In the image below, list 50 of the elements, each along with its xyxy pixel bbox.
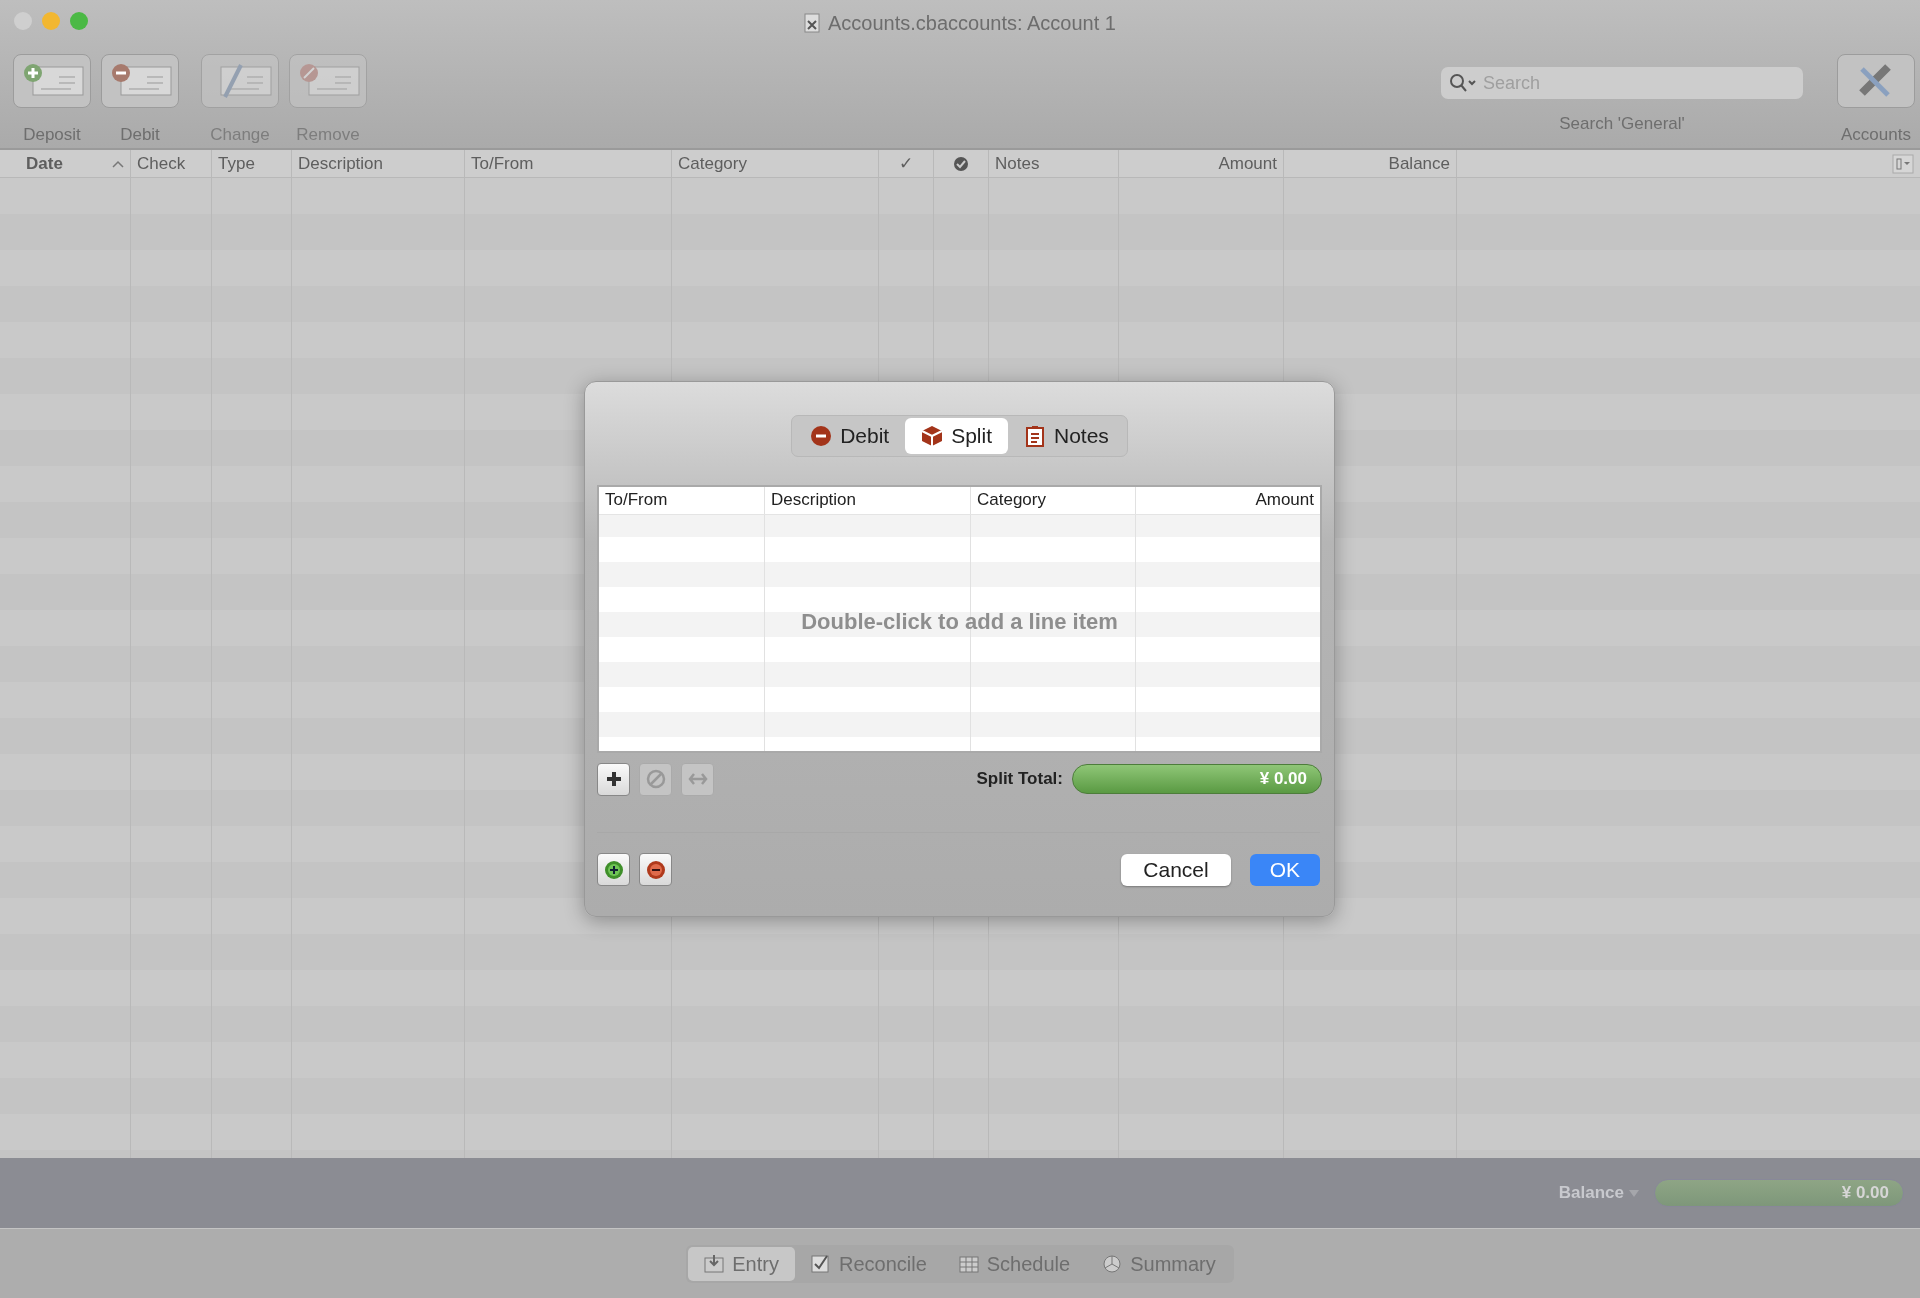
column-header[interactable]: Balance — [1284, 150, 1457, 177]
column-header[interactable]: Date — [0, 150, 131, 177]
document-icon — [804, 13, 820, 33]
transaction-button[interactable] — [597, 853, 630, 886]
window-control-button[interactable] — [70, 12, 88, 30]
split-total-value: ¥ 0.00 — [1072, 764, 1322, 794]
sort-ascending-icon — [112, 159, 124, 168]
cancel-button[interactable]: Cancel — [1121, 853, 1231, 886]
column-header[interactable]: Check — [131, 150, 212, 177]
balance-value: ¥ 0.00 — [1654, 1179, 1904, 1207]
view-tab[interactable]: Summary — [1086, 1246, 1232, 1281]
cube-icon — [921, 424, 944, 447]
line-item-button[interactable] — [597, 762, 630, 796]
download-icon — [704, 1253, 725, 1274]
column-header[interactable]: Description — [765, 486, 971, 514]
split-total-label: Split Total: — [976, 768, 1063, 791]
view-tab[interactable]: Entry — [688, 1246, 795, 1281]
window-title: Accounts.cbaccounts: Account 1 — [828, 11, 1116, 36]
dialog-tab[interactable]: Split — [905, 418, 1008, 454]
pie-chart-icon — [1102, 1253, 1123, 1274]
column-header[interactable]: Notes — [989, 150, 1119, 177]
column-header[interactable]: To/From — [465, 150, 672, 177]
ok-button[interactable]: OK — [1249, 853, 1320, 886]
view-tab[interactable]: Schedule — [942, 1246, 1087, 1281]
empty-table-hint: Double-click to add a line item — [800, 607, 1119, 636]
minus-circle-icon — [810, 424, 833, 447]
column-header[interactable]: Category — [672, 150, 879, 177]
plus-circle-icon — [603, 859, 624, 880]
caret-icon — [1628, 1188, 1640, 1198]
column-options-icon — [1892, 153, 1914, 174]
minus-circle-icon — [645, 859, 666, 880]
dialog-tab[interactable]: Notes — [1008, 418, 1125, 454]
checkbox-icon — [810, 1253, 831, 1274]
column-header[interactable]: Type — [212, 150, 292, 177]
column-header[interactable]: Amount — [1136, 486, 1320, 514]
cleared-icon — [953, 155, 969, 172]
column-header[interactable]: Category — [971, 486, 1136, 514]
column-header[interactable]: To/From — [599, 486, 765, 514]
window-control-button[interactable] — [42, 12, 60, 30]
search-scope-label: Search 'General' — [1559, 113, 1685, 135]
search-icon — [1449, 73, 1477, 93]
view-tab[interactable]: Reconcile — [794, 1246, 943, 1281]
calendar-icon — [958, 1253, 979, 1274]
balance-label: Balance — [1558, 1182, 1624, 1205]
prohibit-icon — [645, 769, 666, 789]
column-header[interactable]: ✓ — [879, 150, 934, 177]
notepad-icon — [1024, 424, 1046, 447]
column-header[interactable]: Description — [292, 150, 465, 177]
column-header[interactable]: Amount — [1119, 150, 1284, 177]
dialog-tab[interactable]: Debit — [794, 418, 906, 454]
